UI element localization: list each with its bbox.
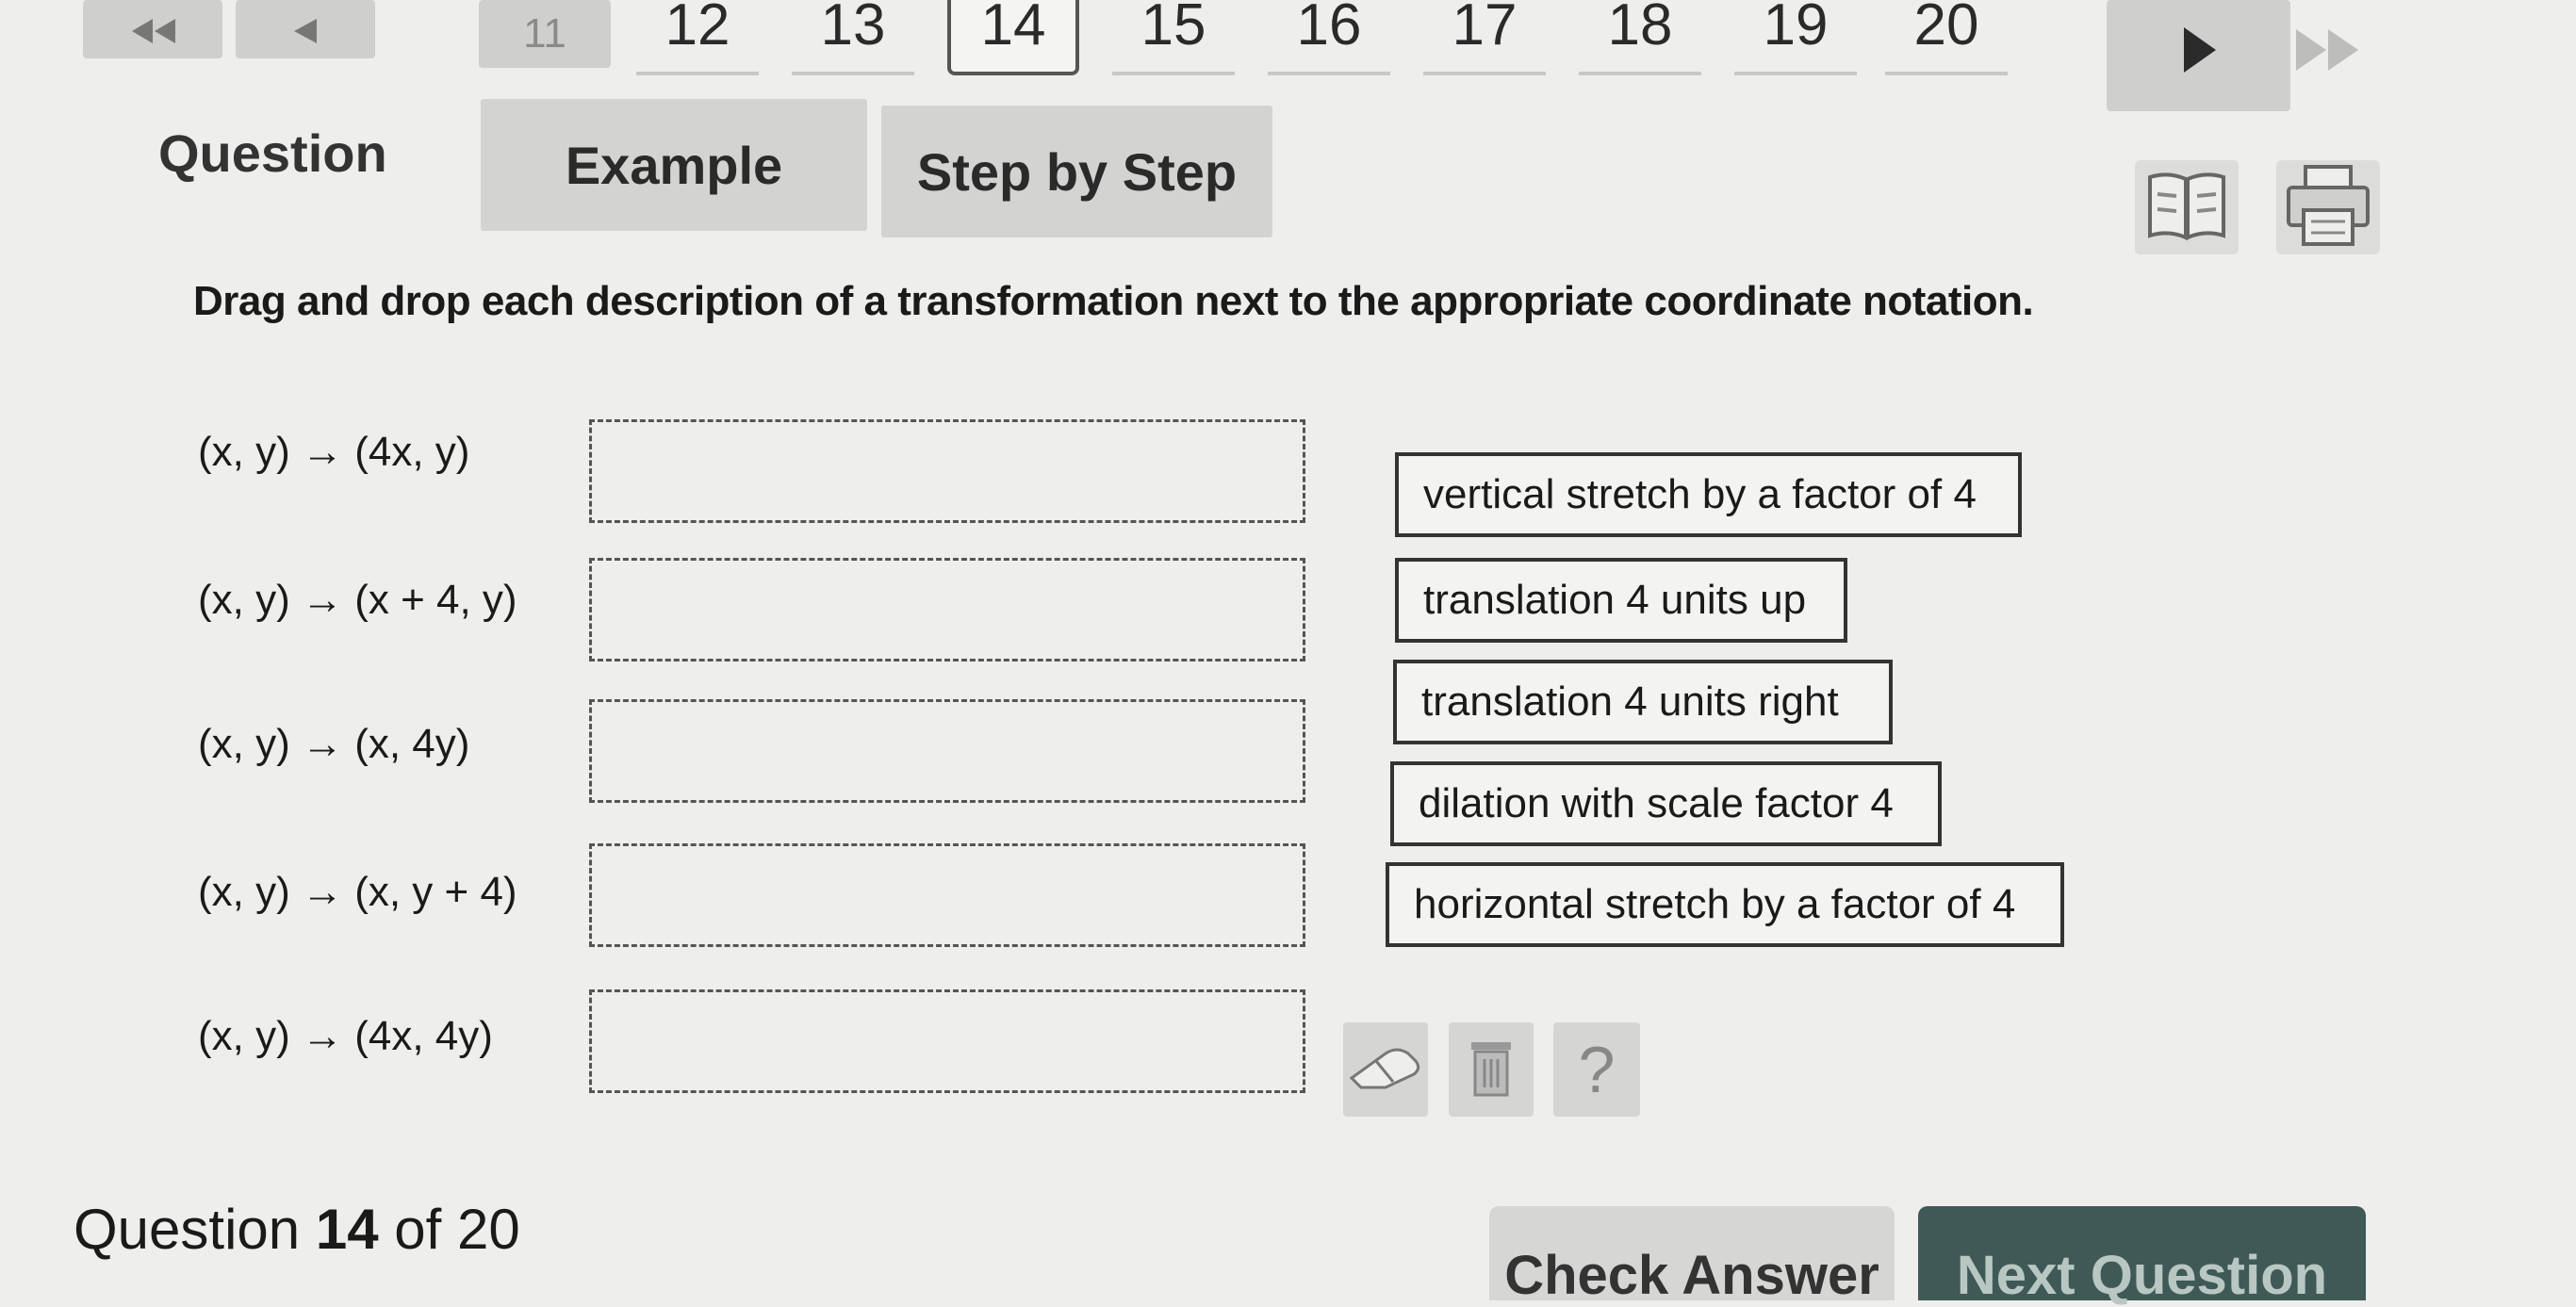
first-question-button[interactable] xyxy=(83,0,222,58)
right-arrow-icon xyxy=(2178,24,2220,89)
next-question-button[interactable]: Next Question xyxy=(1918,1206,2366,1306)
help-icon: ? xyxy=(1578,1033,1616,1106)
double-right-arrow-icon xyxy=(2292,24,2364,81)
question-number[interactable]: 15 xyxy=(1112,0,1235,75)
last-page-button[interactable] xyxy=(2286,19,2371,85)
notation-label: (x, y) → (x, y + 4) xyxy=(198,869,517,915)
notation-label: (x, y) → (4x, 4y) xyxy=(198,1013,493,1059)
previous-question-button[interactable] xyxy=(236,0,375,58)
question-number-11[interactable]: 11 xyxy=(479,0,611,68)
drop-zone[interactable] xyxy=(589,419,1305,523)
tab-step-by-step[interactable]: Step by Step xyxy=(881,106,1272,237)
drop-zone[interactable] xyxy=(589,989,1305,1093)
eraser-icon xyxy=(1348,1044,1423,1096)
description-tile[interactable]: horizontal stretch by a factor of 4 xyxy=(1386,862,2064,947)
notation-label: (x, y) → (x, 4y) xyxy=(198,721,470,767)
instructions: Drag and drop each description of a tran… xyxy=(193,278,2034,324)
trash-button[interactable] xyxy=(1449,1022,1534,1117)
description-tile[interactable]: translation 4 units right xyxy=(1393,660,1893,744)
book-icon xyxy=(2144,168,2229,248)
description-tile[interactable]: vertical stretch by a factor of 4 xyxy=(1395,452,2022,537)
question-number-current[interactable]: 14 xyxy=(947,0,1079,75)
description-tile[interactable]: translation 4 units up xyxy=(1395,558,1847,643)
next-page-button[interactable] xyxy=(2107,0,2290,111)
left-arrow-icon xyxy=(287,1,324,57)
question-number[interactable]: 17 xyxy=(1423,0,1546,75)
help-button[interactable]: ? xyxy=(1553,1022,1640,1117)
question-number[interactable]: 18 xyxy=(1579,0,1701,75)
notation-label: (x, y) → (4x, y) xyxy=(198,429,470,475)
double-left-arrow-icon xyxy=(124,1,181,57)
notation-label: (x, y) → (x + 4, y) xyxy=(198,577,517,623)
question-counter: Question 14 of 20 xyxy=(74,1198,520,1261)
question-number[interactable]: 12 xyxy=(636,0,759,75)
tab-question[interactable]: Question xyxy=(158,123,387,184)
drop-zone[interactable] xyxy=(589,558,1305,662)
drop-zone[interactable] xyxy=(589,699,1305,803)
print-button[interactable] xyxy=(2276,160,2380,254)
check-answer-button[interactable]: Check Answer xyxy=(1489,1206,1895,1306)
eraser-button[interactable] xyxy=(1343,1022,1428,1117)
tab-example[interactable]: Example xyxy=(481,99,867,231)
question-number[interactable]: 16 xyxy=(1268,0,1390,75)
question-number[interactable]: 19 xyxy=(1734,0,1857,75)
printer-icon xyxy=(2283,163,2373,253)
drop-zone[interactable] xyxy=(589,843,1305,947)
book-button[interactable] xyxy=(2135,160,2239,254)
trash-icon xyxy=(1468,1037,1515,1103)
question-number[interactable]: 20 xyxy=(1885,0,2008,75)
question-number[interactable]: 13 xyxy=(792,0,914,75)
description-tile[interactable]: dilation with scale factor 4 xyxy=(1390,761,1942,846)
